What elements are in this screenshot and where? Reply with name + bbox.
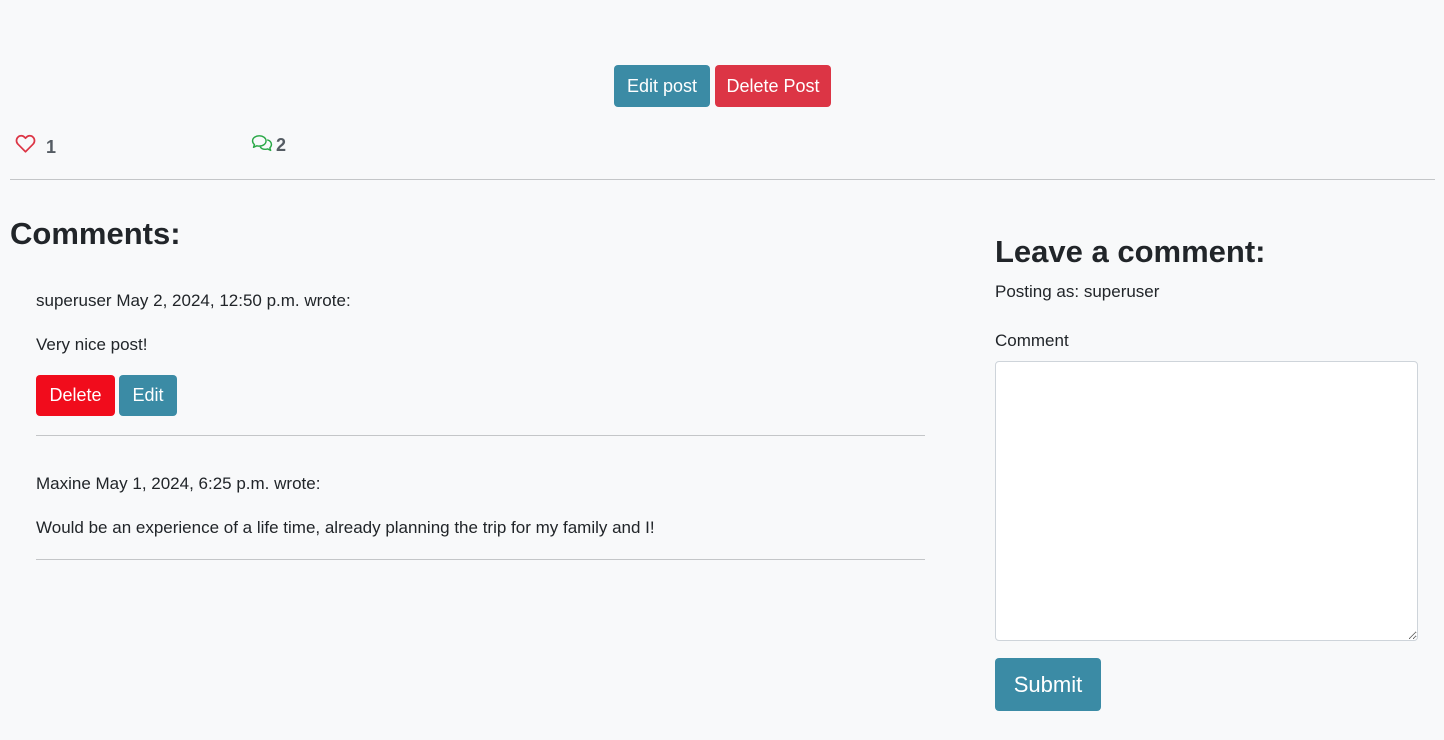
comment-count: 2 — [251, 134, 286, 157]
comment-count-number: 2 — [276, 135, 287, 155]
section-divider — [10, 179, 1435, 180]
comment-item: superuser May 2, 2024, 12:50 p.m. wrote:… — [36, 289, 925, 416]
comment-form-heading: Leave a comment: — [995, 234, 1266, 269]
submit-comment-button[interactable]: Submit — [995, 658, 1101, 711]
like-count: 1 — [46, 137, 57, 157]
edit-post-button[interactable]: Edit post — [614, 65, 710, 107]
comment-divider — [36, 559, 925, 560]
like-control[interactable]: 1 — [15, 134, 56, 158]
chat-bubbles-icon — [251, 134, 273, 157]
delete-post-button[interactable]: Delete Post — [715, 65, 831, 107]
edit-comment-button[interactable]: Edit — [119, 375, 177, 416]
comment-body: Would be an experience of a life time, a… — [36, 518, 655, 537]
post-actions: Edit post Delete Post — [614, 65, 831, 107]
comment-body: Very nice post! — [36, 335, 148, 354]
comment-divider — [36, 435, 925, 436]
delete-comment-button[interactable]: Delete — [36, 375, 115, 416]
comments-heading: Comments: — [10, 216, 181, 251]
comment-actions: Delete Edit — [36, 375, 925, 416]
post-stats: 1 2 — [15, 134, 415, 162]
comment-textarea[interactable] — [995, 361, 1418, 641]
comment-meta: superuser May 2, 2024, 12:50 p.m. wrote: — [36, 291, 351, 310]
comment-form: Leave a comment: Posting as: superuser C… — [995, 232, 1418, 711]
comment-field-label: Comment — [995, 331, 1069, 350]
comment-item: Maxine May 1, 2024, 6:25 p.m. wrote: Wou… — [36, 472, 925, 540]
posting-as-text: Posting as: superuser — [995, 282, 1160, 301]
heart-icon[interactable] — [15, 134, 36, 158]
comment-meta: Maxine May 1, 2024, 6:25 p.m. wrote: — [36, 474, 321, 493]
